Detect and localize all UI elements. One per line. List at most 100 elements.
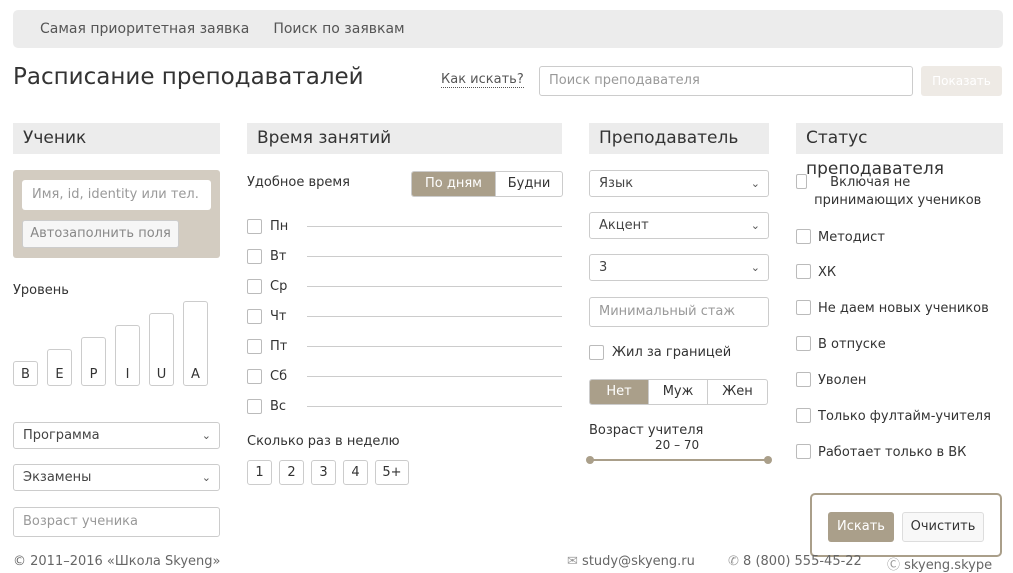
status-label: Включая не принимающих учеников xyxy=(814,175,982,208)
teacher-age-range: 20 – 70 xyxy=(655,438,700,452)
abroad-checkbox[interactable] xyxy=(589,345,604,360)
day-row: Пт xyxy=(247,336,562,356)
day-label: Вт xyxy=(270,248,287,264)
time-slider[interactable] xyxy=(307,285,562,287)
footer-skype[interactable]: Ⓒ skyeng.skype xyxy=(887,554,992,573)
convenient-time-label: Удобное время xyxy=(247,175,351,190)
weekdays-tab[interactable]: Будни xyxy=(496,172,562,196)
gender-none[interactable]: Нет xyxy=(590,380,649,404)
per-week-label: Сколько раз в неделю xyxy=(247,434,400,449)
how-to-search-link[interactable]: Как искать? xyxy=(441,72,524,88)
third-select[interactable]: 3 ⌄ xyxy=(589,254,769,281)
time-slider[interactable] xyxy=(307,375,562,377)
nav-request-search[interactable]: Поиск по заявкам xyxy=(273,21,404,37)
chevron-down-icon: ⌄ xyxy=(201,429,211,442)
min-experience-input[interactable]: Минимальный стаж xyxy=(589,297,769,327)
action-panel: Искать Очистить xyxy=(810,493,1002,557)
status-item: Включая не принимающих учеников xyxy=(796,174,1003,210)
accent-value: Акцент xyxy=(599,218,649,233)
chevron-down-icon: ⌄ xyxy=(750,261,760,274)
status-item: Уволен xyxy=(796,372,1003,390)
age-slider-max-handle[interactable] xyxy=(764,456,772,464)
status-checkbox[interactable] xyxy=(796,336,811,351)
status-item: Работает только в ВК xyxy=(796,444,1003,462)
abroad-label: Жил за границей xyxy=(612,345,732,360)
status-item: Методист xyxy=(796,229,1003,247)
program-select[interactable]: Программа ⌄ xyxy=(13,422,220,449)
status-checkbox[interactable] xyxy=(796,408,811,423)
day-row: Вс xyxy=(247,396,562,416)
teacher-search-input[interactable]: Поиск преподавателя xyxy=(539,66,913,96)
time-slider[interactable] xyxy=(307,405,562,407)
by-days-tab[interactable]: По дням xyxy=(412,172,496,196)
day-checkbox[interactable] xyxy=(247,248,262,264)
status-label: Методист xyxy=(818,230,885,245)
per-week-5plus[interactable]: 5+ xyxy=(375,460,409,485)
mail-icon: ✉ xyxy=(567,554,578,569)
level-i[interactable]: I xyxy=(115,325,140,386)
status-checkbox[interactable] xyxy=(796,300,811,315)
status-checkbox[interactable] xyxy=(796,444,811,459)
status-checkbox[interactable] xyxy=(796,372,811,387)
gender-male[interactable]: Муж xyxy=(649,380,708,404)
day-label: Вс xyxy=(270,398,287,414)
time-slider[interactable] xyxy=(307,345,562,347)
level-u[interactable]: U xyxy=(149,313,174,386)
day-label: Пн xyxy=(270,218,289,234)
program-value: Программа xyxy=(23,428,100,443)
status-label: Не даем новых учеников xyxy=(818,301,989,316)
status-label: Уволен xyxy=(818,373,867,388)
day-row: Сб xyxy=(247,366,562,386)
day-checkbox[interactable] xyxy=(247,308,262,324)
status-label: В отпуске xyxy=(818,337,886,352)
third-value: 3 xyxy=(599,260,608,275)
time-heading: Время занятий xyxy=(247,123,562,154)
phone-icon: ✆ xyxy=(728,554,739,569)
gender-female[interactable]: Жен xyxy=(708,380,767,404)
status-checkbox[interactable] xyxy=(796,229,811,244)
age-slider-min-handle[interactable] xyxy=(586,456,594,464)
day-label: Сб xyxy=(270,368,288,384)
exams-value: Экзамены xyxy=(23,470,92,485)
per-week-2[interactable]: 2 xyxy=(279,460,304,485)
status-checkbox[interactable] xyxy=(796,264,811,279)
time-slider[interactable] xyxy=(307,255,562,257)
per-week-3[interactable]: 3 xyxy=(311,460,336,485)
time-slider[interactable] xyxy=(307,315,562,317)
day-row: Пн xyxy=(247,216,562,236)
search-button[interactable]: Искать xyxy=(828,512,894,542)
status-item: ХК xyxy=(796,264,1003,282)
footer-email[interactable]: ✉ study@skyeng.ru xyxy=(567,554,695,569)
day-row: Ср xyxy=(247,276,562,296)
abroad-row: Жил за границей xyxy=(589,345,731,360)
status-label: ХК xyxy=(818,265,837,280)
language-select[interactable]: Язык ⌄ xyxy=(589,170,769,197)
status-item: Не даем новых учеников xyxy=(796,300,1003,318)
per-week-1[interactable]: 1 xyxy=(247,460,272,485)
teacher-age-label: Возраст учителя xyxy=(589,423,704,438)
phone-text: 8 (800) 555-45-22 xyxy=(743,554,862,569)
level-p[interactable]: P xyxy=(81,337,106,386)
level-a[interactable]: A xyxy=(183,301,208,386)
day-checkbox[interactable] xyxy=(247,278,262,294)
exams-select[interactable]: Экзамены ⌄ xyxy=(13,464,220,491)
accent-select[interactable]: Акцент ⌄ xyxy=(589,212,769,239)
clear-button[interactable]: Очистить xyxy=(902,512,984,542)
time-slider[interactable] xyxy=(307,225,562,227)
level-e[interactable]: E xyxy=(47,349,72,386)
day-checkbox[interactable] xyxy=(247,338,262,354)
day-checkbox[interactable] xyxy=(247,398,262,414)
footer-phone: ✆ 8 (800) 555-45-22 xyxy=(728,554,862,569)
level-b[interactable]: B xyxy=(13,361,38,386)
copyright: © 2011–2016 «Школа Skyeng» xyxy=(13,554,221,569)
student-age-input[interactable]: Возраст ученика xyxy=(13,507,220,537)
per-week-4[interactable]: 4 xyxy=(343,460,368,485)
gender-toggle: Нет Муж Жен xyxy=(589,379,768,405)
chevron-down-icon: ⌄ xyxy=(750,219,760,232)
day-checkbox[interactable] xyxy=(247,368,262,384)
day-checkbox[interactable] xyxy=(247,218,262,234)
show-button[interactable]: Показать xyxy=(921,66,1002,96)
day-label: Пт xyxy=(270,338,288,354)
status-label: Работает только в ВК xyxy=(818,445,967,460)
status-label: Только фултайм-учителя xyxy=(818,409,991,424)
